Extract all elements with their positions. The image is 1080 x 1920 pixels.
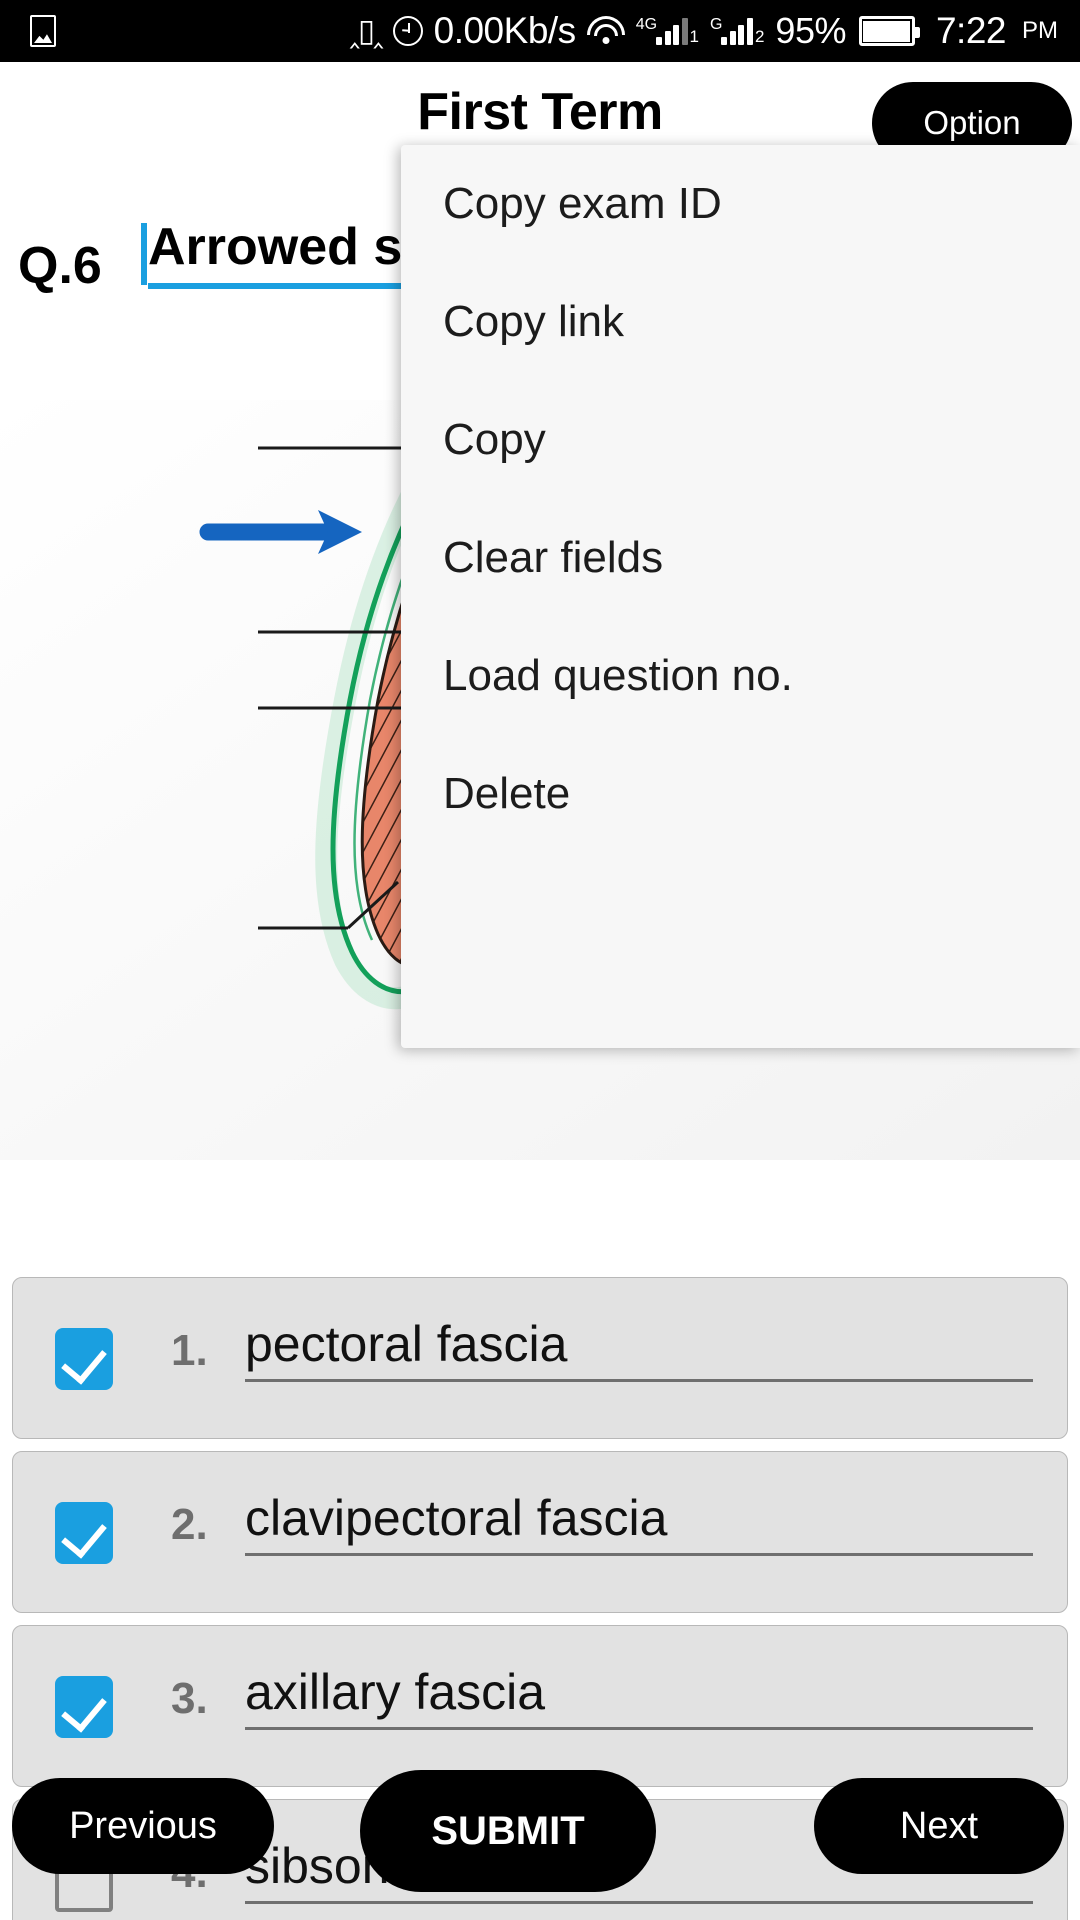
submit-button[interactable]: SUBMIT: [360, 1770, 656, 1892]
sim1-index-label: 1: [689, 27, 699, 46]
battery-percent-text: 95%: [775, 10, 846, 51]
option-dropdown-menu[interactable]: Copy exam ID Copy link Copy Clear fields…: [401, 145, 1080, 1048]
option-label-1: pectoral fascia: [245, 1316, 568, 1372]
network-speed-text: 0.00Kb/s: [433, 10, 577, 51]
sim2-index-label: 2: [754, 27, 765, 46]
battery-full-icon: [858, 16, 920, 46]
image-icon: [30, 15, 56, 47]
wifi-icon: [586, 16, 625, 46]
sim2-signal-indicator: G 2: [710, 17, 764, 45]
sim1-signal-indicator: 4G 1: [636, 17, 699, 45]
question-number-label: Q.6: [18, 237, 102, 295]
list-item[interactable]: 3. axillary fascia: [12, 1625, 1068, 1787]
menu-item-clear-fields[interactable]: Clear fields: [401, 499, 1080, 617]
menu-item-delete[interactable]: Delete: [401, 735, 1080, 853]
sim1-signal-bars: [656, 17, 688, 45]
clock-ampm: PM: [1022, 17, 1058, 44]
list-item[interactable]: 1. pectoral fascia: [12, 1277, 1068, 1439]
option-checkbox-3[interactable]: [55, 1676, 113, 1738]
option-label-2: clavipectoral fascia: [245, 1490, 668, 1546]
previous-button[interactable]: Previous: [12, 1778, 274, 1874]
option-checkbox-1[interactable]: [55, 1328, 113, 1390]
bottom-navigation-bar: Previous SUBMIT Next: [0, 1770, 1080, 1920]
sim1-network-type: 4G: [635, 16, 658, 33]
option-label-3: axillary fascia: [245, 1664, 546, 1720]
text-caret: [141, 223, 147, 285]
option-checkbox-2[interactable]: [55, 1502, 113, 1564]
status-bar-left: [0, 15, 56, 47]
next-button[interactable]: Next: [814, 1778, 1064, 1874]
app-header: First Term Option: [0, 62, 1080, 164]
option-input-2[interactable]: clavipectoral fascia: [245, 1492, 1033, 1556]
list-item[interactable]: 2. clavipectoral fascia: [12, 1451, 1068, 1613]
status-bar-right: ‸▯‸ 0.00Kb/s 4G 1 G 2 95% 7:22 PM: [350, 10, 1080, 52]
sim2-signal-bars: [721, 17, 753, 45]
vibrate-icon: ‸▯‸: [349, 12, 384, 49]
menu-item-load-question-no[interactable]: Load question no.: [401, 617, 1080, 735]
clock-time: 7:22: [935, 10, 1007, 51]
option-number-2: 2.: [171, 1500, 208, 1549]
menu-item-copy-link[interactable]: Copy link: [401, 263, 1080, 381]
option-number-3: 3.: [171, 1674, 208, 1723]
option-input-1[interactable]: pectoral fascia: [245, 1318, 1033, 1382]
alarm-clock-icon: [392, 16, 423, 46]
menu-item-copy[interactable]: Copy: [401, 381, 1080, 499]
option-input-3[interactable]: axillary fascia: [245, 1666, 1033, 1730]
exam-app-screen: ‸▯‸ 0.00Kb/s 4G 1 G 2 95% 7:22 PM First …: [0, 0, 1080, 1920]
menu-item-copy-exam-id[interactable]: Copy exam ID: [401, 145, 1080, 263]
status-bar: ‸▯‸ 0.00Kb/s 4G 1 G 2 95% 7:22 PM: [0, 0, 1080, 62]
option-number-1: 1.: [171, 1326, 208, 1375]
